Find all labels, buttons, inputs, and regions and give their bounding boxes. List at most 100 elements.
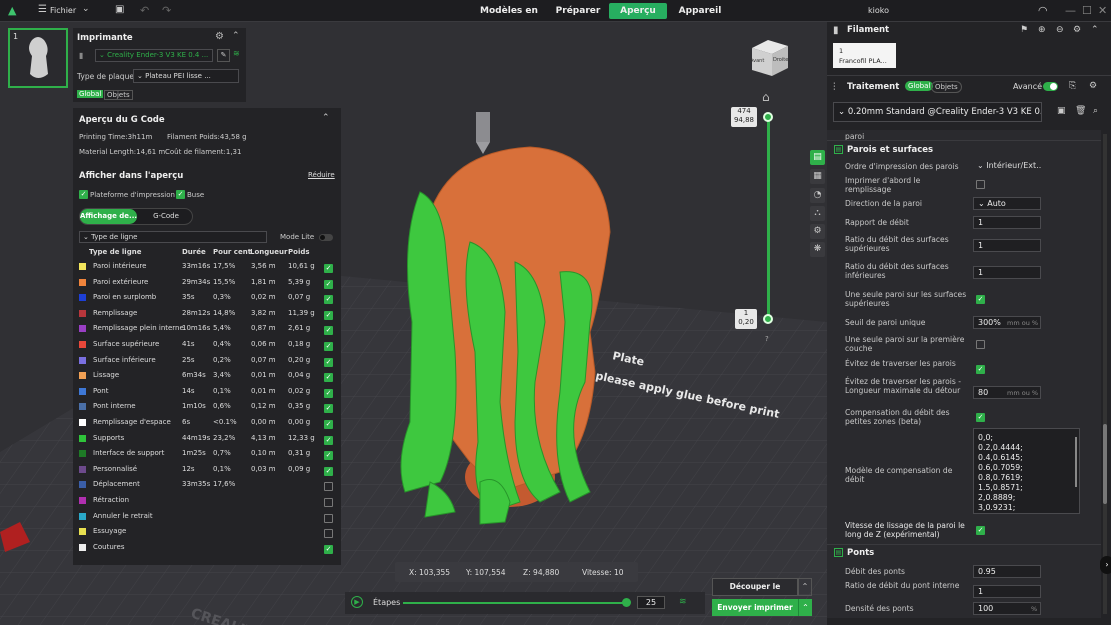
small-area-comp-checkbox[interactable]: ✓ [976, 413, 985, 422]
steps-slider-handle[interactable] [622, 598, 631, 607]
collapse-icon[interactable]: ⌃ [232, 31, 240, 41]
mode-display-button[interactable]: Affichage de... [80, 209, 137, 224]
line-type-row: Coutures ✓ [73, 540, 341, 556]
close-icon[interactable]: ✕ [1098, 4, 1107, 17]
file-menu[interactable]: Fichier [50, 6, 76, 15]
line-type-row: Interface de support 1m25s 0,7% 0,10 m 0,31 … [73, 446, 341, 462]
process-profile-select[interactable]: ⌄ 0.20mm Standard @Creality Ender-3 V3 K… [833, 102, 1042, 122]
reduce-link[interactable]: Réduire [308, 171, 335, 179]
comp-model-textarea[interactable]: 0,0; 0.2,0.4444; 0.4,0.6145; 0.6,0.7059; 0.8… [973, 428, 1080, 514]
home-icon[interactable]: ⌂ [762, 90, 770, 104]
line-color-swatch [79, 434, 86, 442]
undo-icon[interactable]: ↶ [140, 4, 149, 17]
textarea-scrollbar[interactable] [1075, 437, 1077, 487]
search-icon[interactable]: ⌕ [1093, 106, 1098, 116]
tab-preview[interactable]: Aperçu [609, 3, 667, 19]
single-top-wall-checkbox[interactable]: ✓ [976, 295, 985, 304]
toolbar-layer-icon[interactable]: ▦ [810, 169, 825, 184]
view-cube[interactable]: Avant Droite [748, 38, 790, 78]
process-settings-icon[interactable]: ⚙ [1089, 81, 1097, 91]
headset-icon[interactable]: ◠ [1038, 4, 1048, 17]
gcode-collapse-icon[interactable]: ⌃ [322, 113, 330, 123]
redo-icon[interactable]: ↷ [162, 4, 171, 17]
wall-order-select[interactable]: ⌄ Intérieur/Ext... [973, 160, 1041, 173]
compare-icon[interactable]: ⎘ [1069, 81, 1076, 91]
side-expand-icon[interactable]: › [1100, 556, 1111, 574]
toolbar-speed-icon[interactable]: ◔ [810, 188, 825, 203]
wall-smoothing-checkbox[interactable]: ✓ [976, 526, 985, 535]
infill-first-checkbox[interactable] [976, 180, 985, 189]
show-plate-label: Plateforme d'impression [90, 191, 175, 199]
wall-direction-select[interactable]: ⌄ Auto [973, 197, 1041, 210]
filament-collapse-icon[interactable]: ⌃ [1091, 25, 1099, 35]
mode-gcode-button[interactable]: G-Code [141, 209, 191, 224]
show-plate-checkbox[interactable]: ✓ [79, 190, 88, 199]
settings-scroll-area[interactable]: paroi ▤ Parois et surfaces Ordre d'impre… [827, 130, 1101, 618]
settings-scrollbar[interactable] [1103, 134, 1107, 614]
line-type-row: Essuyage [73, 524, 341, 540]
process-tab-objects[interactable]: Objets [931, 81, 962, 93]
single-first-layer-checkbox[interactable] [976, 340, 985, 349]
process-tab-global[interactable]: Global [905, 81, 934, 91]
toolbar-global-icon[interactable]: ▤ [810, 150, 825, 165]
send-dropdown-icon[interactable]: ⌃ [798, 599, 812, 616]
line-length: 0,00 m [251, 418, 276, 426]
filament-settings-icon[interactable]: ⚙ [1073, 25, 1081, 35]
printer-tab-global[interactable]: Global [77, 90, 104, 98]
steps-slider-track[interactable] [403, 602, 625, 604]
line-type-row: Pont interne 1m10s 0,6% 0,12 m 0,35 g ✓ [73, 399, 341, 415]
slice-plate-button[interactable]: Découper le plateau [712, 578, 798, 607]
bridge-flow-input[interactable]: 0.95 [973, 565, 1041, 578]
line-type-row: Remplissage plein interne 10m16s 5,4% 0,87 … [73, 321, 341, 337]
maximize-icon[interactable]: ☐ [1082, 4, 1092, 17]
layer-top-handle[interactable] [763, 112, 773, 122]
send-print-button[interactable]: Envoyer imprimer [712, 599, 798, 616]
avoid-crossing-checkbox[interactable]: ✓ [976, 365, 985, 374]
filament-remove-icon[interactable]: ⊖ [1056, 25, 1064, 35]
tab-prepare[interactable]: Préparer [554, 3, 602, 19]
layer-slider-track[interactable] [767, 117, 770, 319]
wifi-icon[interactable]: ≋ [233, 49, 240, 58]
save-icon[interactable]: ▣ [115, 4, 124, 15]
menu-icon[interactable]: ☰ [38, 4, 47, 15]
layer-bottom-handle[interactable] [763, 314, 773, 324]
line-type-row: Personnalisé 12s 0,1% 0,03 m 0,09 g ✓ [73, 462, 341, 478]
slice-dropdown-icon[interactable]: ⌃ [798, 578, 812, 596]
plate-thumbnail[interactable]: 1 [8, 28, 68, 88]
delete-profile-icon[interactable]: 🗑 [1075, 106, 1086, 116]
comp-model-line: 1.5,0.8571; [978, 483, 1023, 492]
filament-slot-1[interactable]: 1 Francofil PLA... [833, 43, 896, 68]
toolbar-support-icon[interactable]: ⛬ [810, 206, 825, 221]
steps-value-input[interactable]: 25 [637, 596, 665, 609]
save-profile-icon[interactable]: ▣ [1057, 106, 1066, 116]
show-nozzle-checkbox[interactable]: ✓ [176, 190, 185, 199]
bottom-flow-input[interactable]: 1 [973, 266, 1041, 279]
single-wall-threshold-unit: mm ou % [1007, 319, 1039, 327]
line-duration: 14s [182, 386, 195, 395]
edit-icon[interactable]: ✎ [217, 49, 230, 62]
user-name[interactable]: kioko [868, 6, 889, 15]
tab-online-models[interactable]: Modèles en ligne [466, 3, 552, 32]
flow-ratio-input[interactable]: 1 [973, 216, 1041, 229]
lite-mode-toggle[interactable] [319, 234, 333, 241]
minimize-icon[interactable]: — [1065, 4, 1076, 17]
top-flow-input[interactable]: 1 [973, 239, 1041, 252]
play-icon[interactable]: ▶ [351, 596, 363, 608]
toolbar-misc-icon[interactable]: ❋ [810, 242, 825, 257]
filament-sync-icon[interactable]: ⚑ [1020, 25, 1028, 35]
filament-add-icon[interactable]: ⊕ [1038, 25, 1046, 35]
printer-select[interactable]: ⌄ Creality Ender-3 V3 KE 0.4 ... [95, 49, 213, 62]
toolbar-settings-icon[interactable]: ⚙ [810, 224, 825, 239]
chevron-down-icon[interactable]: ⌄ [82, 4, 90, 14]
internal-bridge-input[interactable]: 1 [973, 585, 1041, 598]
plate-type-select[interactable]: ⌄ Plateau PEI lisse ... [133, 69, 239, 83]
tab-device[interactable]: Appareil [674, 3, 726, 19]
printer-tab-objects[interactable]: Objets [104, 90, 133, 100]
layers-icon[interactable]: ≋ [679, 597, 687, 607]
line-type-select[interactable]: ⌄ Type de ligne [79, 231, 267, 243]
help-icon[interactable]: ? [765, 335, 769, 343]
printer-settings-icon[interactable]: ⚙ [215, 31, 224, 42]
advanced-toggle[interactable] [1043, 82, 1058, 91]
wall-order-value: Intérieur/Ext... [986, 161, 1041, 170]
wall-direction-label: Direction de la paroi [845, 199, 922, 208]
